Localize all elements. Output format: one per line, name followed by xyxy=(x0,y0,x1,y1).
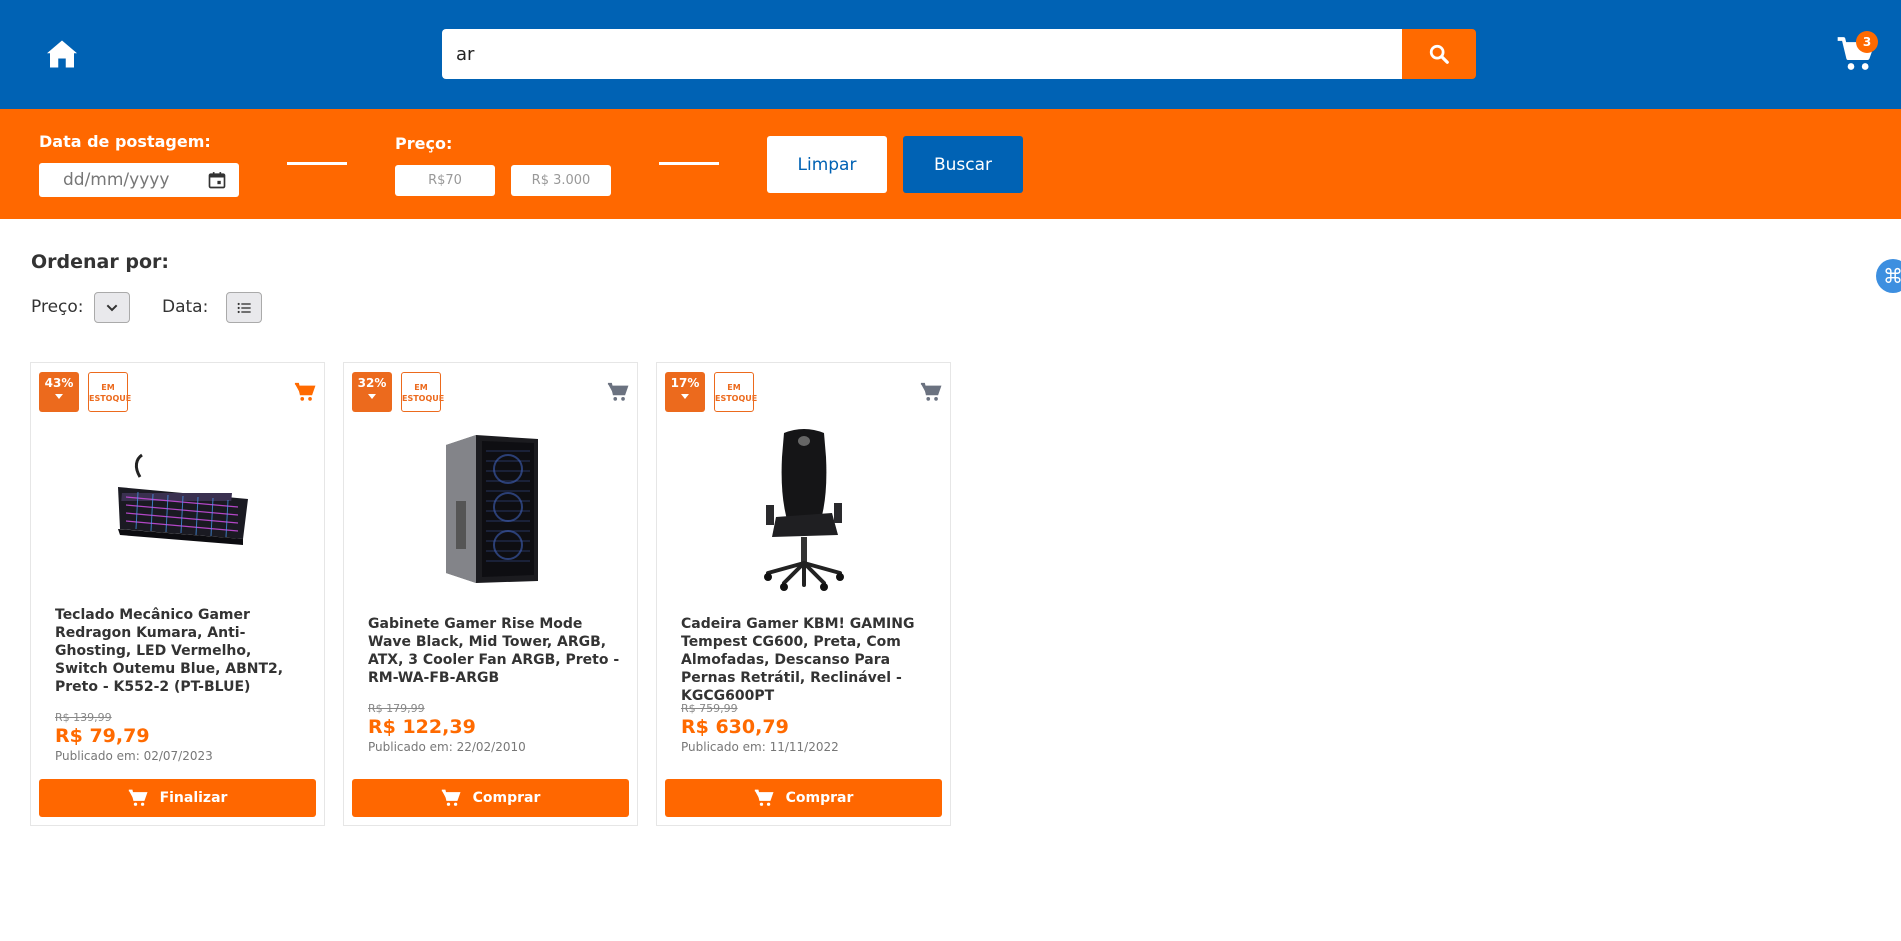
button-label: Comprar xyxy=(785,790,854,806)
date-filter-label: Data de postagem: xyxy=(39,132,211,151)
product-title[interactable]: Cadeira Gamer KBM! GAMING Tempest CG600,… xyxy=(681,615,933,705)
price-max-input[interactable]: R$ 3.000 xyxy=(511,165,611,196)
product-price: R$ 79,79 xyxy=(55,725,150,747)
old-price: R$ 139,99 xyxy=(55,711,112,724)
stock-badge: EM ESTOQUE xyxy=(401,372,444,412)
keyboard-image xyxy=(117,453,248,545)
home-icon[interactable] xyxy=(44,36,80,72)
discount-badge: 32% xyxy=(352,372,392,412)
button-label: Comprar xyxy=(472,790,541,806)
buy-button[interactable]: Comprar xyxy=(352,779,629,817)
buy-button[interactable]: Comprar xyxy=(665,779,942,817)
price-filter-label: Preço: xyxy=(395,134,453,153)
product-card: 43% EM ESTOQUE Teclado Mecânico Gamer Re… xyxy=(30,362,325,826)
cart-icon xyxy=(128,789,148,806)
sort-date-label: Data: xyxy=(162,297,209,317)
add-to-cart-icon[interactable] xyxy=(294,381,316,407)
product-card: 32% EM ESTOQUE Gabinete Gamer Rise Mode … xyxy=(343,362,638,826)
date-placeholder: dd/mm/yyyy xyxy=(63,170,170,190)
calendar-icon[interactable] xyxy=(207,170,227,190)
divider xyxy=(287,162,347,165)
cart-icon xyxy=(754,789,774,806)
sort-title: Ordenar por: xyxy=(31,251,169,273)
stock-badge: EM ESTOQUE xyxy=(88,372,131,412)
product-price: R$ 122,39 xyxy=(368,716,476,738)
cart-icon xyxy=(441,789,461,806)
sort-price-label: Preço: xyxy=(31,297,84,317)
search-button[interactable] xyxy=(1402,29,1476,79)
stock-badge: EM ESTOQUE xyxy=(714,372,757,412)
button-label: Finalizar xyxy=(159,790,228,806)
sort-price-toggle[interactable] xyxy=(94,292,130,323)
date-field[interactable]: dd/mm/yyyy xyxy=(39,163,239,197)
price-min-input[interactable]: R$70 xyxy=(395,165,495,196)
old-price: R$ 179,99 xyxy=(368,702,425,715)
published-date: Publicado em: 11/11/2022 xyxy=(681,740,839,754)
divider xyxy=(659,162,719,165)
search-bar xyxy=(442,29,1476,79)
gaming-chair-image xyxy=(763,429,844,591)
price-max-placeholder: R$ 3.000 xyxy=(531,173,591,188)
product-card: 17% EM ESTOQUE Cadeira Gamer KBM! GAMING… xyxy=(656,362,951,826)
discount-badge: 43% xyxy=(39,372,79,412)
discount-badge: 17% xyxy=(665,372,705,412)
add-to-cart-icon[interactable] xyxy=(607,381,629,407)
cart-count-badge: 3 xyxy=(1856,31,1878,53)
search-icon xyxy=(1429,44,1449,64)
published-date: Publicado em: 02/07/2023 xyxy=(55,749,213,763)
command-icon[interactable]: ⌘ xyxy=(1876,259,1901,293)
top-header: 3 xyxy=(0,0,1901,109)
product-title[interactable]: Teclado Mecânico Gamer Redragon Kumara, … xyxy=(55,606,307,696)
list-icon xyxy=(237,302,251,313)
published-date: Publicado em: 22/02/2010 xyxy=(368,740,526,754)
chevron-down-icon xyxy=(106,304,118,311)
pc-case-image xyxy=(445,435,538,583)
add-to-cart-icon[interactable] xyxy=(920,381,942,407)
product-title[interactable]: Gabinete Gamer Rise Mode Wave Black, Mid… xyxy=(368,615,620,687)
filter-search-button[interactable]: Buscar xyxy=(903,136,1023,193)
search-input[interactable] xyxy=(442,29,1402,79)
old-price: R$ 759,99 xyxy=(681,702,738,715)
product-price: R$ 630,79 xyxy=(681,716,789,738)
sort-date-toggle[interactable] xyxy=(226,292,262,323)
price-min-placeholder: R$70 xyxy=(428,173,462,188)
clear-button[interactable]: Limpar xyxy=(767,136,887,193)
finalize-button[interactable]: Finalizar xyxy=(39,779,316,817)
